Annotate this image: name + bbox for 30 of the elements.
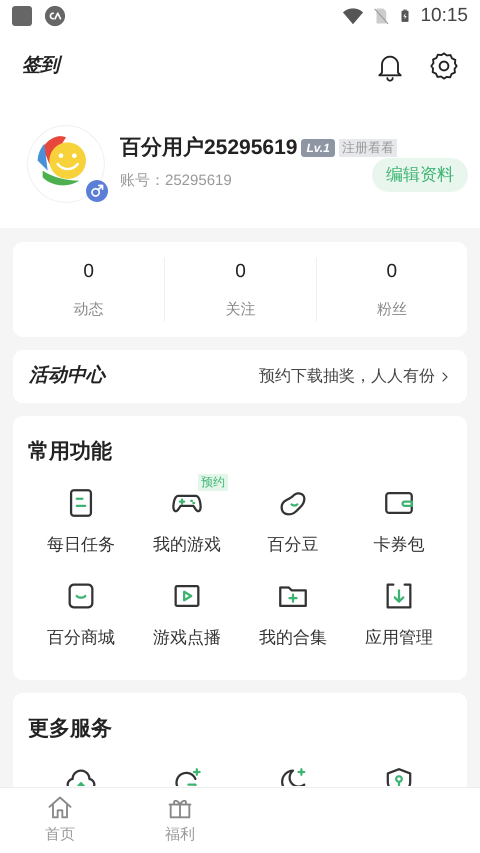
male-gender-icon bbox=[86, 180, 108, 202]
function-label[interactable]: 我的游戏 bbox=[153, 532, 221, 557]
username: 百分用户25295619 bbox=[120, 134, 298, 161]
account-number: 账号：25295619 bbox=[120, 170, 232, 190]
function-label[interactable]: 我的合集 bbox=[259, 625, 327, 650]
stat-label[interactable]: 关注 bbox=[225, 298, 256, 321]
function-label[interactable]: 游戏点播 bbox=[153, 625, 221, 650]
settings-icon[interactable] bbox=[428, 50, 460, 82]
stat-value[interactable]: 0 bbox=[235, 258, 246, 286]
stat-value[interactable]: 0 bbox=[83, 258, 94, 286]
function-label[interactable]: 每日任务 bbox=[47, 532, 115, 557]
activity-promo: 预约下载抽奖，人人有份 bbox=[259, 366, 435, 386]
reservation-badge: 预约 bbox=[198, 474, 228, 490]
status-time: 10:15 bbox=[420, 4, 468, 28]
stat-label[interactable]: 粉丝 bbox=[376, 298, 407, 321]
function-label[interactable]: 应用管理 bbox=[365, 625, 433, 650]
activity-center-title: 活动中心 bbox=[29, 364, 105, 388]
function-label[interactable]: 百分商城 bbox=[47, 625, 115, 650]
function-label[interactable]: 百分豆 bbox=[268, 532, 318, 557]
function-label[interactable]: 卡券包 bbox=[374, 532, 424, 557]
no-sim-icon bbox=[372, 6, 390, 26]
section-title: 更多服务 bbox=[28, 716, 112, 742]
notification-square-icon bbox=[12, 6, 32, 26]
stat-label[interactable]: 动态 bbox=[74, 298, 104, 321]
section-title: 常用功能 bbox=[28, 439, 112, 465]
stat-value[interactable]: 0 bbox=[386, 258, 398, 286]
level-badge: Lv.1 bbox=[301, 138, 335, 157]
activity-center-card[interactable]: 活动中心 预约下载抽奖，人人有份 bbox=[13, 350, 467, 403]
register-hint: 注册看看 bbox=[338, 138, 397, 157]
app-status-icon bbox=[44, 5, 66, 27]
